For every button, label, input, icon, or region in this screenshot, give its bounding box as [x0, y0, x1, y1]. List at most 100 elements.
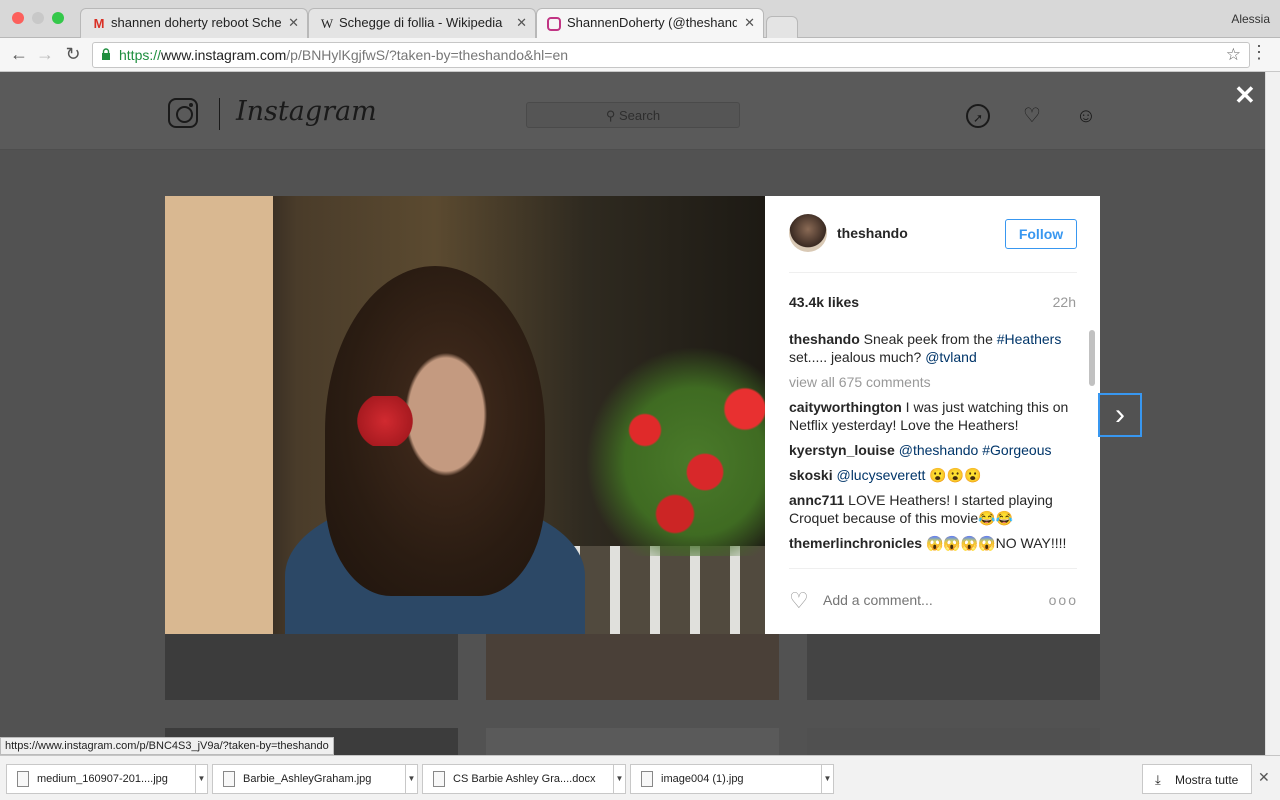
chevron-down-icon[interactable]: ▼ [195, 765, 207, 793]
comment-text: @lucyseverett 😮😮😮 [836, 467, 982, 483]
profile-name[interactable]: Alessia [1231, 12, 1270, 26]
chevron-down-icon[interactable]: ▼ [613, 765, 625, 793]
grid-thumbnail[interactable] [807, 728, 1100, 755]
likes-count[interactable]: 43.4k likes [789, 294, 859, 310]
comment-username[interactable]: themerlinchronicles [789, 535, 922, 551]
download-filename: CS Barbie Ashley Gra....docx [453, 773, 596, 785]
page-scrollbar[interactable] [1265, 72, 1280, 755]
tab-wikipedia[interactable]: W Schegge di follia - Wikipedia ✕ [308, 8, 536, 38]
search-placeholder: Search [618, 108, 661, 123]
lock-icon [102, 48, 110, 60]
tab-instagram[interactable]: ShannenDoherty (@theshando ✕ [536, 8, 764, 39]
view-all-comments-link[interactable]: view all 675 comments [789, 373, 1081, 391]
tab-title: shannen doherty reboot Sche [111, 15, 281, 30]
image-file-icon [223, 771, 235, 787]
minimize-window-button[interactable] [32, 12, 44, 24]
back-arrow-icon[interactable]: ← [8, 44, 30, 65]
comments-scrollbar[interactable] [1088, 330, 1096, 566]
follow-button[interactable]: Follow [1005, 219, 1077, 249]
comment: themerlinchronicles 😱😱😱😱NO WAY!!!! [789, 534, 1081, 552]
browser-menu-icon[interactable]: ⋮ [1250, 42, 1268, 63]
url-path: /p/BNHylKgjfwS/?taken-by=theshando&hl=en [286, 47, 569, 63]
post-photo[interactable] [165, 196, 765, 634]
download-filename: image004 (1).jpg [661, 773, 744, 785]
hashtag-link[interactable]: #Heathers [997, 331, 1062, 347]
comment: annc711 LOVE Heathers! I started playing… [789, 491, 1081, 527]
divider [789, 272, 1077, 273]
comment-username[interactable]: theshando [789, 331, 860, 347]
download-item[interactable]: image004 (1).jpg ▼ [630, 764, 834, 794]
instagram-wordmark[interactable]: Instagram [236, 96, 377, 127]
tab-gmail[interactable]: M shannen doherty reboot Sche ✕ [80, 8, 308, 38]
post-author-username[interactable]: theshando [837, 225, 908, 241]
instagram-camera-icon[interactable] [168, 98, 198, 128]
heart-icon[interactable]: ♡ [1020, 104, 1044, 128]
tab-title: Schegge di follia - Wikipedia [339, 15, 503, 30]
post-timestamp[interactable]: 22h [1053, 294, 1076, 310]
comment-text: 😱😱😱😱NO WAY!!!! [925, 535, 1067, 551]
new-tab-button[interactable] [766, 16, 798, 38]
search-icon: ⚲ [605, 108, 619, 123]
comment-text: @theshando #Gorgeous [898, 442, 1052, 458]
close-tab-icon[interactable]: ✕ [516, 15, 527, 31]
close-window-button[interactable] [12, 12, 24, 24]
comment: kyerstyn_louise @theshando #Gorgeous [789, 441, 1081, 459]
grid-thumbnail[interactable] [165, 634, 458, 700]
scrollbar-thumb[interactable] [1089, 330, 1095, 386]
comment-username[interactable]: annc711 [789, 492, 844, 508]
show-all-downloads-button[interactable]: ⤓ Mostra tutte [1142, 764, 1252, 794]
comments-list[interactable]: theshando Sneak peek from the #Heathers … [789, 330, 1081, 566]
comment-username[interactable]: caityworthington [789, 399, 902, 415]
download-item[interactable]: Barbie_AshleyGraham.jpg ▼ [212, 764, 418, 794]
download-filename: medium_160907-201....jpg [37, 773, 168, 785]
next-post-chevron-icon[interactable]: › [1098, 393, 1142, 437]
download-icon: ⤓ [1155, 772, 1161, 787]
logo-divider [219, 98, 220, 130]
status-bar-url: https://www.instagram.com/p/BNC4S3_jV9a/… [0, 737, 334, 755]
tab-title: ShannenDoherty (@theshando [567, 15, 737, 30]
comment-username[interactable]: kyerstyn_louise [789, 442, 895, 458]
browser-tab-strip: M shannen doherty reboot Sche ✕ W Schegg… [0, 0, 1280, 39]
maximize-window-button[interactable] [52, 12, 64, 24]
avatar[interactable] [789, 214, 827, 252]
close-tab-icon[interactable]: ✕ [744, 15, 755, 31]
page-viewport: Instagram ⚲ Search ➚ ♡ ☺ ✕ theshando Fol… [0, 72, 1265, 755]
photo-flowers [585, 346, 765, 556]
browser-toolbar: ← → ↻ https://www.instagram.com/p/BNHylK… [0, 38, 1280, 72]
grid-thumbnail[interactable] [486, 728, 779, 755]
close-tab-icon[interactable]: ✕ [288, 15, 299, 31]
chevron-down-icon[interactable]: ▼ [821, 765, 833, 793]
reload-icon[interactable]: ↻ [62, 44, 84, 65]
comment: skoski @lucyseverett 😮😮😮 [789, 466, 1081, 484]
chevron-down-icon[interactable]: ▼ [405, 765, 417, 793]
close-icon[interactable]: ✕ [1258, 769, 1270, 786]
profile-icon[interactable]: ☺ [1074, 104, 1098, 128]
close-icon[interactable]: ✕ [1234, 80, 1256, 111]
gmail-icon: M [93, 16, 105, 31]
grid-thumbnail[interactable] [807, 634, 1100, 700]
bookmark-star-icon[interactable]: ☆ [1226, 45, 1241, 65]
divider [789, 568, 1077, 569]
search-input[interactable]: ⚲ Search [526, 102, 740, 128]
add-comment-input[interactable] [823, 592, 1023, 608]
grid-thumbnail[interactable] [486, 634, 779, 700]
photo-hair-flower [355, 396, 415, 446]
post-details-panel: theshando Follow 43.4k likes 22h theshan… [765, 196, 1100, 634]
address-bar[interactable]: https://www.instagram.com/p/BNHylKgjfwS/… [92, 42, 1250, 68]
document-file-icon [433, 771, 445, 787]
url-scheme: https:// [119, 47, 162, 63]
download-item[interactable]: CS Barbie Ashley Gra....docx ▼ [422, 764, 626, 794]
image-file-icon [17, 771, 29, 787]
url-host: www.instagram.com [161, 47, 287, 63]
instagram-header: Instagram ⚲ Search ➚ ♡ ☺ [0, 72, 1265, 150]
download-item[interactable]: medium_160907-201....jpg ▼ [6, 764, 208, 794]
downloads-shelf: medium_160907-201....jpg ▼ Barbie_Ashley… [0, 755, 1280, 800]
more-options-icon[interactable]: ooo [1049, 592, 1078, 608]
forward-arrow-icon[interactable]: → [34, 44, 56, 65]
mention-link[interactable]: @tvland [925, 349, 977, 365]
comment-username[interactable]: skoski [789, 467, 833, 483]
show-all-label: Mostra tutte [1175, 773, 1239, 787]
image-file-icon [641, 771, 653, 787]
compass-icon[interactable]: ➚ [966, 104, 990, 128]
like-heart-icon[interactable]: ♡ [789, 588, 809, 614]
